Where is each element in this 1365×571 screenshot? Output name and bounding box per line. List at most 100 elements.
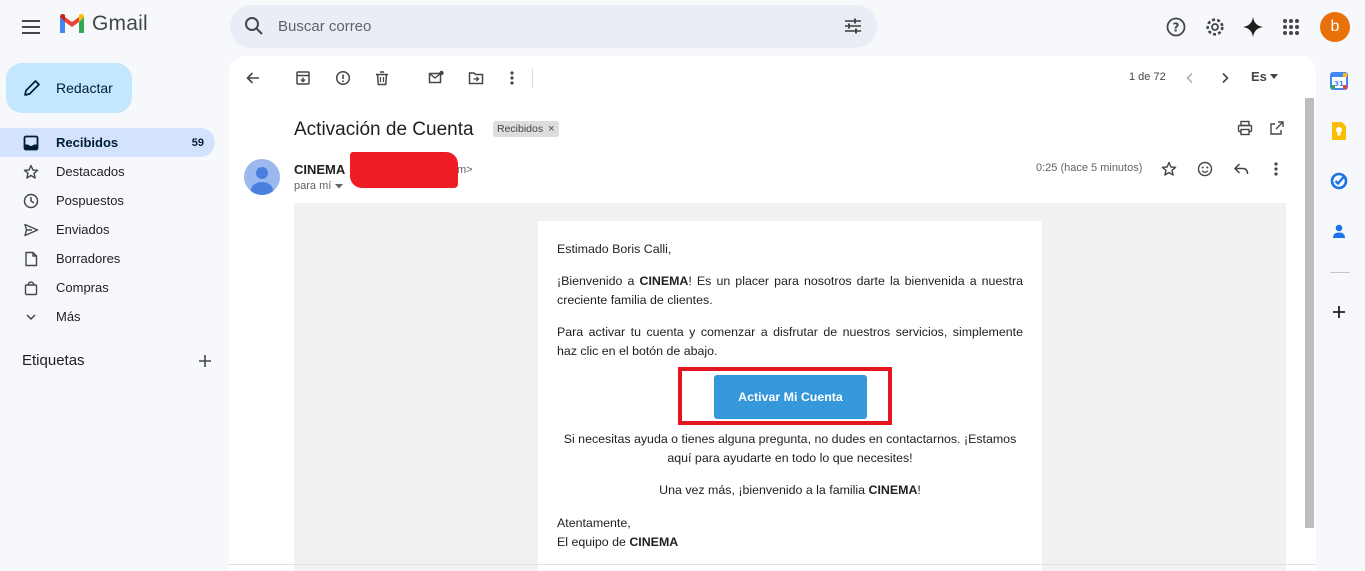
- archive-icon[interactable]: [287, 64, 319, 92]
- redaction-mark: [350, 152, 458, 188]
- vertical-scrollbar[interactable]: [1305, 98, 1314, 528]
- remove-label-icon[interactable]: ×: [548, 123, 554, 135]
- compose-label: Redactar: [56, 80, 113, 96]
- tasks-app-icon[interactable]: [1328, 170, 1350, 192]
- mark-unread-icon[interactable]: [420, 64, 452, 92]
- gemini-sparkle-icon[interactable]: [1235, 9, 1271, 45]
- sender-avatar[interactable]: [244, 159, 280, 195]
- sidebar-item-label: Borradores: [56, 251, 121, 266]
- chevron-down-icon: [22, 308, 40, 326]
- gmail-wordmark: Gmail: [92, 12, 148, 35]
- sidebar-item-purchases[interactable]: Compras: [0, 273, 215, 302]
- sidebar-item-label: Enviados: [56, 222, 110, 237]
- sender-email: m>: [457, 164, 473, 176]
- recipient-details[interactable]: para mí: [294, 180, 344, 192]
- contacts-app-icon[interactable]: [1328, 220, 1350, 242]
- pencil-icon: [24, 80, 40, 96]
- sidebar-item-snoozed[interactable]: Pospuestos: [0, 186, 215, 215]
- add-addon-plus-icon[interactable]: [1328, 301, 1350, 323]
- sidebar-item-label: Más: [56, 309, 81, 324]
- draft-icon: [22, 250, 40, 268]
- brand-name: CINEMA: [639, 274, 689, 288]
- more-options-icon[interactable]: [1260, 155, 1292, 183]
- caret-down-icon: [335, 183, 344, 188]
- keep-app-icon[interactable]: [1328, 120, 1350, 142]
- chevron-left-icon[interactable]: [1174, 64, 1206, 92]
- email-closing: Atentamente,: [557, 516, 631, 530]
- caret-down-icon: [1269, 73, 1278, 79]
- search-input[interactable]: [278, 5, 818, 48]
- send-icon: [22, 221, 40, 239]
- gmail-m-icon: [60, 13, 84, 33]
- panel-bottom-border: [229, 564, 1316, 565]
- sidebar-nav: Recibidos 59 Destacados Pospuestos Envia…: [0, 128, 216, 331]
- sidebar-item-more[interactable]: Más: [0, 302, 215, 331]
- email-timestamp: 0:25 (hace 5 minutos): [1036, 162, 1143, 174]
- sidebar-item-starred[interactable]: Destacados: [0, 157, 215, 186]
- move-to-folder-icon[interactable]: [460, 64, 492, 92]
- svg-text:?: ?: [1173, 21, 1180, 35]
- unread-count: 59: [191, 136, 204, 149]
- email-paragraph-help: Si necesitas ayuda o tienes alguna pregu…: [563, 432, 1017, 465]
- brand-name: CINEMA: [868, 483, 918, 497]
- sender-name[interactable]: CINEMA: [294, 162, 345, 177]
- email-view-panel: 1 de 72 Es Activación de Cuenta Recibido…: [229, 56, 1316, 571]
- open-new-window-icon[interactable]: [1261, 114, 1293, 142]
- sidebar-item-sent[interactable]: Enviados: [0, 215, 215, 244]
- sidebar-item-inbox[interactable]: Recibidos 59: [0, 128, 215, 157]
- sidebar-item-label: Pospuestos: [56, 193, 124, 208]
- input-language-selector[interactable]: Es: [1251, 69, 1278, 84]
- apps-grid-icon[interactable]: [1273, 9, 1309, 45]
- add-label-plus-icon[interactable]: [198, 354, 212, 368]
- reply-icon[interactable]: [1225, 155, 1257, 183]
- svg-text:31: 31: [1334, 80, 1344, 88]
- sidebar-item-label: Destacados: [56, 164, 125, 179]
- search-bar[interactable]: [230, 5, 877, 48]
- labels-section-header: Etiquetas: [22, 352, 212, 369]
- gmail-window: Gmail ?: [0, 0, 1365, 571]
- star-icon: [22, 163, 40, 181]
- main-menu-icon[interactable]: [14, 9, 50, 45]
- help-icon[interactable]: ?: [1158, 9, 1194, 45]
- gmail-logo[interactable]: Gmail: [58, 12, 148, 36]
- sidebar-item-drafts[interactable]: Borradores: [0, 244, 215, 273]
- email-paragraph-welcome: ¡Bienvenido a CINEMA! Es un placer para …: [557, 274, 1023, 307]
- email-signature: El equipo de CINEMA: [557, 535, 679, 549]
- chevron-right-icon[interactable]: [1209, 64, 1241, 92]
- account-avatar[interactable]: b: [1320, 12, 1350, 42]
- back-arrow-icon[interactable]: [237, 64, 269, 92]
- search-options-icon[interactable]: [843, 16, 863, 36]
- print-icon[interactable]: [1229, 114, 1261, 142]
- settings-gear-icon[interactable]: [1197, 9, 1233, 45]
- email-paragraph-instructions: Para activar tu cuenta y comenzar a disf…: [557, 325, 1023, 358]
- inbox-icon: [22, 134, 40, 152]
- clock-icon: [22, 192, 40, 210]
- pagination-text: 1 de 72: [1129, 71, 1166, 83]
- email-greeting: Estimado Boris Calli,: [557, 242, 672, 256]
- language-code: Es: [1251, 69, 1267, 84]
- label-chip-inbox[interactable]: Recibidos ×: [493, 121, 559, 137]
- trash-icon[interactable]: [366, 64, 398, 92]
- email-subject: Activación de Cuenta: [294, 119, 474, 140]
- recipient-text: para mí: [294, 180, 332, 192]
- email-body-background: Estimado Boris Calli, ¡Bienvenido a CINE…: [294, 203, 1286, 571]
- emoji-reaction-icon[interactable]: [1189, 155, 1221, 183]
- more-options-icon[interactable]: [496, 64, 528, 92]
- compose-button[interactable]: Redactar: [6, 63, 132, 113]
- sidebar-item-label: Compras: [56, 280, 109, 295]
- side-panel-divider: [1330, 272, 1350, 273]
- search-icon[interactable]: [244, 16, 264, 36]
- activate-account-button[interactable]: Activar Mi Cuenta: [714, 375, 867, 419]
- top-bar: Gmail ?: [0, 0, 1365, 55]
- brand-name: CINEMA: [629, 535, 679, 549]
- sidebar-item-label: Recibidos: [56, 135, 119, 150]
- star-icon[interactable]: [1153, 155, 1185, 183]
- shopping-bag-icon: [22, 279, 40, 297]
- toolbar-divider: [532, 68, 533, 88]
- report-spam-icon[interactable]: [327, 64, 359, 92]
- label-chip-text: Recibidos: [497, 123, 544, 135]
- email-body-card: Estimado Boris Calli, ¡Bienvenido a CINE…: [538, 221, 1042, 571]
- email-paragraph-welcome-again: Una vez más, ¡bienvenido a la familia CI…: [659, 483, 921, 497]
- labels-title: Etiquetas: [22, 352, 85, 369]
- calendar-app-icon[interactable]: 31: [1328, 70, 1350, 92]
